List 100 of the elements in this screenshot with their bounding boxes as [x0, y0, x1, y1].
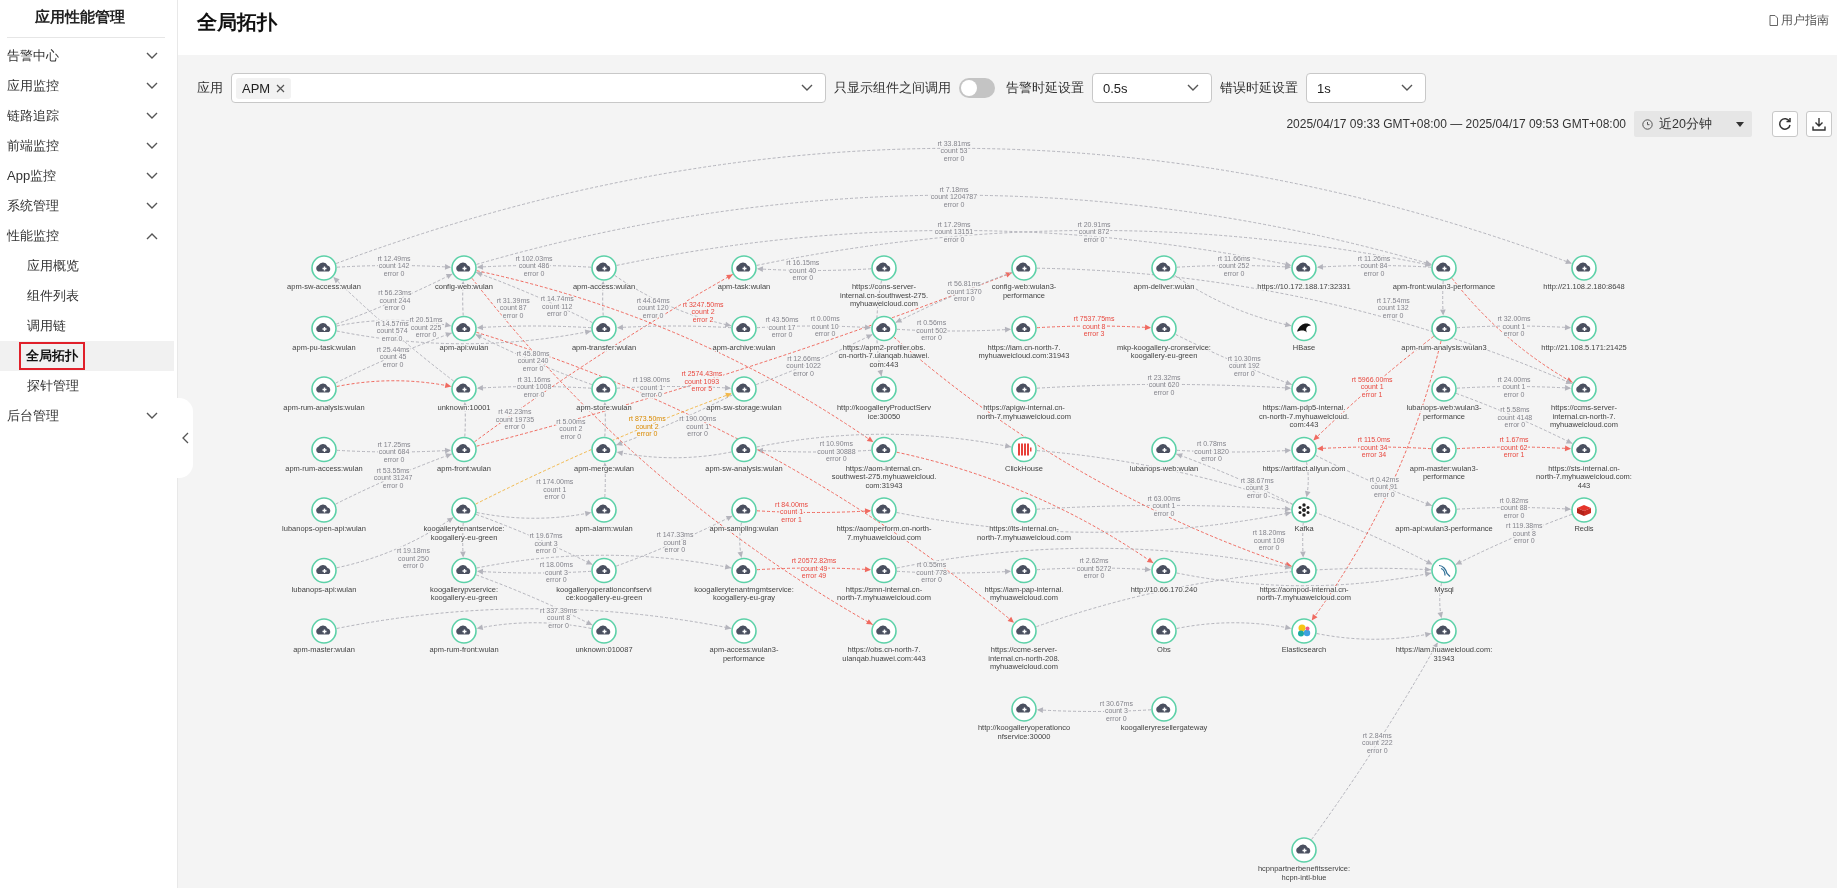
service-node[interactable]: [591, 497, 617, 523]
chevron-left-icon: [181, 432, 189, 444]
toggle-switch[interactable]: [959, 78, 995, 98]
service-node[interactable]: [871, 497, 897, 523]
service-node[interactable]: [1431, 618, 1457, 644]
service-node[interactable]: [871, 618, 897, 644]
service-node[interactable]: [1011, 696, 1037, 722]
service-node[interactable]: [1151, 696, 1177, 722]
service-node[interactable]: [1431, 497, 1457, 523]
service-node[interactable]: [311, 557, 337, 584]
service-node[interactable]: [731, 315, 757, 342]
close-icon[interactable]: [276, 83, 286, 93]
service-node[interactable]: [311, 497, 337, 523]
service-node[interactable]: [871, 557, 897, 584]
document-icon: [1769, 15, 1778, 26]
service-node[interactable]: [451, 497, 477, 523]
nav-subitem[interactable]: 组件列表: [0, 281, 174, 311]
service-node[interactable]: [871, 255, 897, 281]
service-node[interactable]: [451, 436, 477, 463]
service-node[interactable]: [311, 255, 337, 281]
database-node[interactable]: [1011, 436, 1037, 463]
service-node[interactable]: [1571, 436, 1597, 463]
service-node[interactable]: [1291, 436, 1317, 463]
service-node[interactable]: [871, 436, 897, 463]
service-node[interactable]: [451, 255, 477, 281]
service-node[interactable]: [871, 376, 897, 402]
service-node[interactable]: [1571, 315, 1597, 342]
service-node[interactable]: [1291, 837, 1317, 863]
service-node[interactable]: [1151, 557, 1177, 584]
nav-item[interactable]: 告警中心: [0, 41, 177, 71]
service-node[interactable]: [451, 557, 477, 584]
search-node[interactable]: [1291, 618, 1317, 644]
app-tag[interactable]: APM: [236, 77, 292, 99]
service-node[interactable]: [1151, 315, 1177, 342]
service-node[interactable]: [311, 436, 337, 463]
nav-item[interactable]: 性能监控: [0, 221, 177, 251]
service-node[interactable]: [1011, 376, 1037, 402]
nav-subitem[interactable]: 全局拓扑: [0, 341, 174, 371]
nav-item[interactable]: 系统管理: [0, 191, 177, 221]
service-node[interactable]: [451, 315, 477, 342]
service-node[interactable]: [311, 376, 337, 402]
service-node[interactable]: [311, 618, 337, 644]
download-icon: [1812, 117, 1826, 131]
service-node[interactable]: [731, 436, 757, 463]
alarm-latency-select[interactable]: 0.5s: [1092, 73, 1212, 103]
service-node[interactable]: [1291, 557, 1317, 584]
service-node[interactable]: [591, 255, 617, 281]
service-node[interactable]: [591, 618, 617, 644]
service-node[interactable]: [591, 315, 617, 342]
nav-item[interactable]: 应用监控: [0, 71, 177, 101]
service-node[interactable]: [1571, 376, 1597, 402]
database-node[interactable]: [1431, 557, 1457, 584]
service-node[interactable]: [731, 255, 757, 281]
service-node[interactable]: [1431, 376, 1457, 402]
nav-item[interactable]: 前端监控: [0, 131, 177, 161]
service-node[interactable]: [731, 497, 757, 523]
nav-item[interactable]: 链路追踪: [0, 101, 177, 131]
user-guide-link[interactable]: 用户指南: [1769, 12, 1829, 29]
service-node[interactable]: [1431, 436, 1457, 463]
service-node[interactable]: [591, 557, 617, 584]
service-node[interactable]: [1291, 255, 1317, 281]
service-node[interactable]: [451, 618, 477, 644]
alarm-latency-label: 告警时延设置: [1006, 79, 1084, 97]
nav-item[interactable]: 后台管理: [0, 401, 177, 431]
cache-node[interactable]: [1571, 497, 1597, 523]
time-range-button[interactable]: 近20分钟: [1634, 111, 1752, 137]
collapse-handle[interactable]: [177, 398, 193, 478]
nav-subitem[interactable]: 调用链: [0, 311, 174, 341]
service-node[interactable]: [1151, 618, 1177, 644]
service-node[interactable]: [1151, 255, 1177, 281]
service-node[interactable]: [591, 376, 617, 402]
service-node[interactable]: [1011, 618, 1037, 644]
nav-subitem[interactable]: 应用概览: [0, 251, 174, 281]
service-node[interactable]: [871, 315, 897, 342]
service-node[interactable]: [1011, 315, 1037, 342]
nav-item[interactable]: App监控: [0, 161, 177, 191]
service-node[interactable]: [731, 376, 757, 402]
service-node[interactable]: [1011, 255, 1037, 281]
time-range-text: 2025/04/17 09:33 GMT+08:00 — 2025/04/17 09:53 GMT+08:00: [1286, 117, 1626, 131]
database-node[interactable]: [1291, 315, 1317, 342]
service-node[interactable]: [1011, 497, 1037, 523]
service-node[interactable]: [311, 315, 337, 342]
nav-subitem[interactable]: 探针管理: [0, 371, 174, 401]
service-node[interactable]: [1291, 376, 1317, 402]
service-node[interactable]: [731, 557, 757, 584]
service-node[interactable]: [451, 376, 477, 402]
refresh-button[interactable]: [1772, 111, 1798, 137]
service-node[interactable]: [1151, 436, 1177, 463]
service-node[interactable]: [1571, 255, 1597, 281]
queue-node[interactable]: [1291, 497, 1317, 523]
service-node[interactable]: [1011, 557, 1037, 584]
service-node[interactable]: [1431, 315, 1457, 342]
chevron-down-icon: [801, 84, 813, 92]
error-latency-select[interactable]: 1s: [1306, 73, 1426, 103]
app-select[interactable]: APM: [231, 73, 826, 103]
service-node[interactable]: [1431, 255, 1457, 281]
download-button[interactable]: [1806, 111, 1832, 137]
chevron-up-icon: [146, 232, 158, 240]
service-node[interactable]: [731, 618, 757, 644]
service-node[interactable]: [591, 436, 617, 463]
